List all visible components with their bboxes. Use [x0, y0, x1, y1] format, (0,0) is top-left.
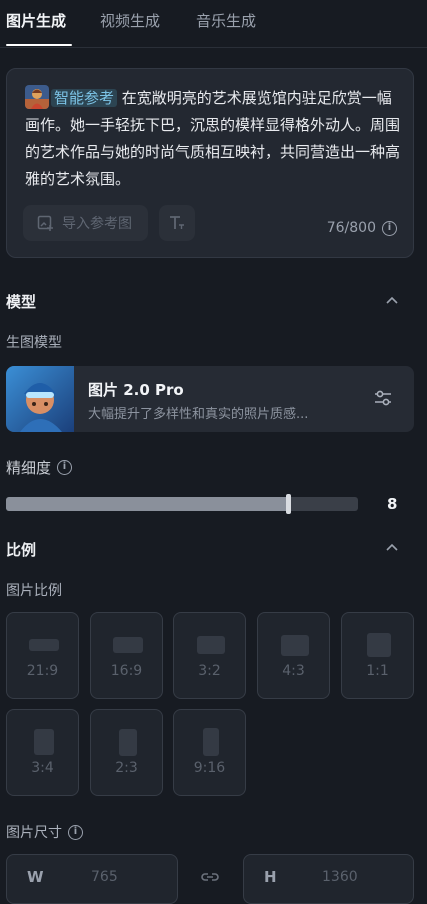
text-style-button[interactable]: [159, 205, 195, 241]
info-icon[interactable]: i: [57, 460, 73, 475]
ratio-shape-icon: [28, 639, 59, 651]
ratio-label: 16:9: [110, 663, 143, 679]
ratio-section-title: 比例: [6, 541, 37, 559]
ratio-shape-icon: [196, 636, 225, 654]
ratio-label: 2:3: [115, 760, 138, 776]
image-size-label-text: 图片尺寸: [6, 825, 62, 841]
ratio-shape-icon: [202, 728, 219, 756]
tab-image-generation[interactable]: 图片生成: [6, 10, 66, 31]
image-ratio-label-text: 图片比例: [6, 583, 62, 599]
character-count: 76/800: [326, 220, 376, 236]
active-tab-indicator: [6, 44, 72, 46]
model-name: 图片 2.0 Pro: [88, 381, 184, 399]
reference-thumbnail[interactable]: [25, 85, 49, 109]
ratio-option-3-4[interactable]: 3:4: [6, 709, 79, 796]
tab-music-generation[interactable]: 音乐生成: [196, 10, 256, 31]
tab-video-generation[interactable]: 视频生成: [100, 10, 160, 31]
info-icon[interactable]: i: [382, 220, 397, 236]
model-section-title: 模型: [6, 293, 37, 311]
adjust-settings-icon[interactable]: [372, 387, 394, 409]
ratio-label: 3:2: [198, 663, 221, 679]
ratio-option-2-3[interactable]: 2:3: [90, 709, 163, 796]
ratio-option-21-9[interactable]: 21:9: [6, 612, 79, 699]
generation-model-label-text: 生图模型: [6, 335, 62, 351]
smart-reference-tag[interactable]: 智能参考: [51, 89, 118, 107]
ratio-option-4-3[interactable]: 4:3: [257, 612, 330, 699]
ratio-option-3-2[interactable]: 3:2: [173, 612, 246, 699]
ratio-label: 3:4: [31, 760, 54, 776]
detail-level-label-text: 精细度: [6, 459, 52, 477]
detail-level-label: 精细度 i: [6, 457, 73, 478]
ratio-shape-icon: [280, 634, 309, 656]
image-size-label: 图片尺寸 i: [6, 822, 83, 842]
prompt-input-card[interactable]: 智能参考 在宽敞明亮的艺术展览馆内驻足欣赏一幅画作。她一手轻抚下巴，沉思的模样显…: [6, 68, 414, 258]
ratio-shape-icon: [33, 729, 54, 755]
height-input[interactable]: H 1360: [243, 854, 414, 904]
height-value[interactable]: 1360: [322, 869, 358, 885]
width-input[interactable]: W 765: [6, 854, 178, 904]
ratio-label: 1:1: [366, 663, 389, 679]
info-icon[interactable]: i: [68, 824, 83, 840]
ratio-option-1-1[interactable]: 1:1: [341, 612, 414, 699]
character-counter: 76/800 i: [327, 220, 397, 236]
ratio-shape-icon: [366, 633, 391, 657]
top-tab-bar: 图片生成 视频生成 音乐生成: [0, 0, 427, 48]
detail-value: 8: [387, 495, 398, 513]
ratio-shape-icon: [112, 637, 143, 653]
detail-slider-handle[interactable]: [286, 494, 291, 514]
text-format-icon: [170, 216, 184, 229]
width-value[interactable]: 765: [91, 869, 118, 885]
height-prefix: H: [264, 868, 277, 886]
ratio-label: 4:3: [282, 663, 305, 679]
import-reference-label: 导入参考图: [62, 216, 132, 232]
detail-slider[interactable]: [6, 494, 358, 514]
ratio-label: 21:9: [26, 663, 59, 679]
generation-model-label: 生图模型: [6, 332, 62, 352]
import-image-icon: [37, 215, 53, 231]
model-selector-card[interactable]: 图片 2.0 Pro 大幅提升了多样性和真实的照片质感...: [6, 366, 414, 432]
ratio-option-16-9[interactable]: 16:9: [90, 612, 163, 699]
link-aspect-icon[interactable]: [199, 866, 221, 888]
width-prefix: W: [27, 868, 44, 886]
import-reference-button[interactable]: 导入参考图: [23, 205, 148, 241]
image-ratio-label: 图片比例: [6, 580, 62, 600]
model-thumbnail: [6, 366, 74, 432]
chevron-up-icon[interactable]: [385, 294, 399, 308]
model-description: 大幅提升了多样性和真实的照片质感...: [88, 407, 309, 422]
detail-slider-fill: [6, 497, 288, 511]
ratio-label: 9:16: [193, 760, 226, 776]
ratio-shape-icon: [118, 728, 137, 756]
prompt-textarea[interactable]: 智能参考 在宽敞明亮的艺术展览馆内驻足欣赏一幅画作。她一手轻抚下巴，沉思的模样显…: [25, 85, 401, 193]
chevron-up-icon[interactable]: [385, 541, 399, 555]
ratio-option-9-16[interactable]: 9:16: [173, 709, 246, 796]
